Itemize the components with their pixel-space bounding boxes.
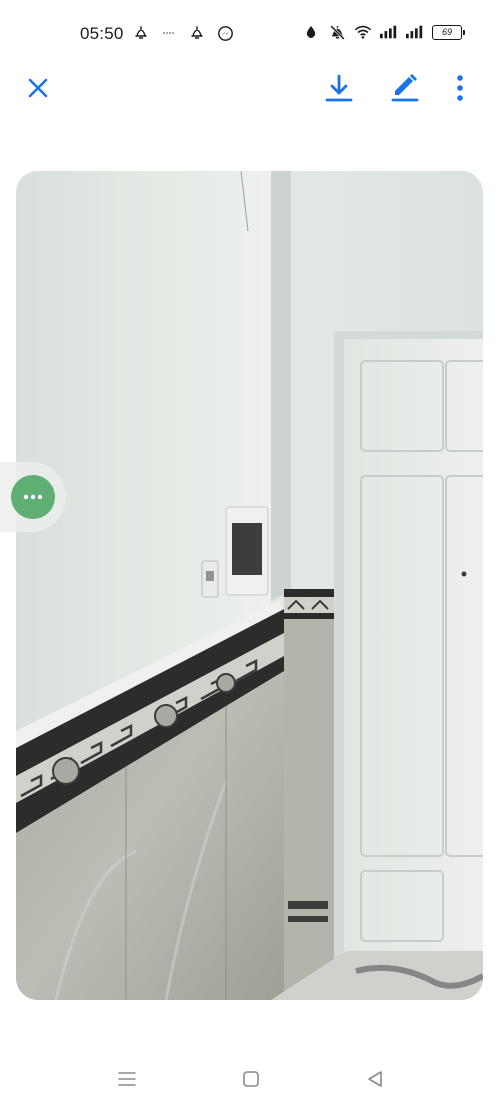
home-square-icon bbox=[243, 1071, 259, 1087]
mute-icon bbox=[328, 23, 346, 41]
battery-icon: 69 bbox=[432, 24, 465, 40]
more-options-button[interactable] bbox=[438, 66, 482, 110]
close-icon bbox=[28, 78, 48, 98]
status-notification-icons bbox=[132, 24, 234, 42]
edit-button[interactable] bbox=[383, 66, 427, 110]
download-icon bbox=[325, 74, 353, 102]
menu-icon bbox=[118, 1072, 136, 1086]
back-triangle-icon bbox=[368, 1071, 382, 1087]
navigation-bar bbox=[0, 1050, 500, 1111]
download-button[interactable] bbox=[317, 66, 361, 110]
edit-icon bbox=[391, 74, 419, 102]
back-button[interactable] bbox=[360, 1064, 390, 1094]
status-system-icons: 69 bbox=[302, 23, 465, 41]
notification-bell-icon bbox=[132, 24, 150, 42]
more-vert-icon bbox=[457, 75, 463, 101]
close-button[interactable] bbox=[16, 66, 60, 110]
data-saver-icon bbox=[302, 23, 320, 41]
battery-level: 69 bbox=[441, 27, 452, 37]
signal-icon bbox=[406, 23, 424, 41]
photo-preview[interactable] bbox=[16, 171, 483, 1000]
signal-icon bbox=[380, 23, 398, 41]
dash-icon bbox=[160, 24, 178, 42]
wifi-icon bbox=[354, 23, 372, 41]
top-toolbar bbox=[0, 66, 500, 112]
home-button[interactable] bbox=[236, 1064, 266, 1094]
status-time: 05:50 bbox=[80, 24, 124, 43]
bubble-more-icon bbox=[11, 475, 55, 519]
status-bar: 05:50 69 bbox=[0, 0, 500, 66]
notification-bell-icon bbox=[188, 24, 206, 42]
messenger-icon bbox=[216, 24, 234, 42]
recent-apps-button[interactable] bbox=[112, 1064, 142, 1094]
